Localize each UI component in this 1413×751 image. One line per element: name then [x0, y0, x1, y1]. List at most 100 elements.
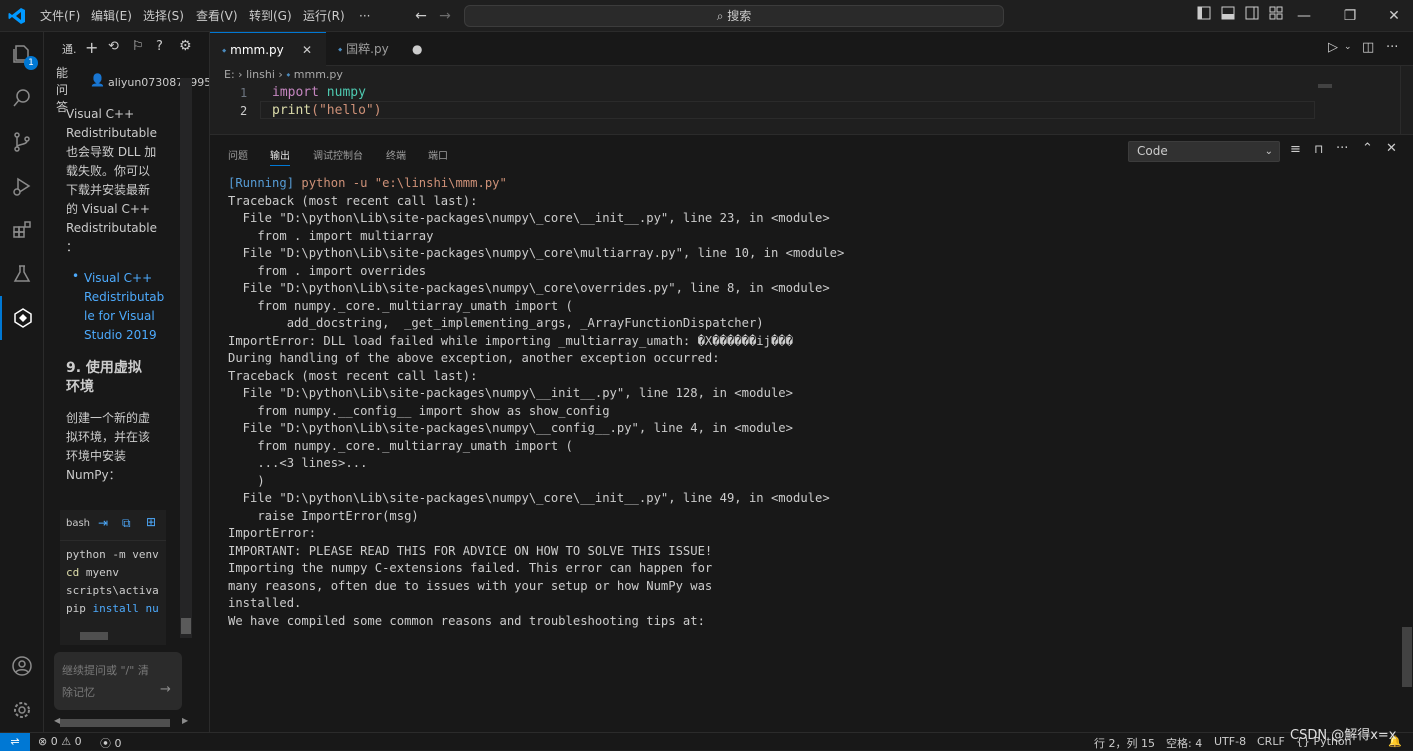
menu-selection[interactable]: 选择(S) — [143, 0, 184, 32]
insert-code-icon[interactable]: ⇥ — [98, 516, 108, 530]
lock-scroll-icon[interactable]: ⊓ — [1314, 142, 1323, 156]
minimize-icon[interactable]: — — [1294, 6, 1314, 26]
vertical-tab-char-2[interactable]: 问 — [56, 83, 68, 97]
toggle-secondary-sidebar-icon[interactable] — [1242, 6, 1262, 26]
search-icon: ⌕ — [716, 9, 724, 23]
ai-assistant-icon[interactable] — [0, 296, 44, 340]
extensions-icon[interactable] — [0, 208, 44, 252]
explorer-badge: 1 — [24, 56, 38, 70]
testing-flask-icon[interactable] — [0, 252, 44, 296]
remote-indicator[interactable]: ⇌ — [0, 733, 30, 751]
editor-tabs: ⬩ mmm.py ✕ ⬩ 国粹.py ● ▷ ⌄ ◫ ··· — [210, 32, 1413, 66]
feedback-icon[interactable]: ⚐ — [132, 39, 144, 54]
menu-go[interactable]: 转到(G) — [249, 0, 292, 32]
activity-bar: 1 — [0, 32, 44, 732]
user-avatar-icon: 👤 — [90, 73, 105, 87]
back-arrow-icon[interactable]: ← — [411, 6, 431, 26]
menu-run[interactable]: 运行(R) — [303, 0, 345, 32]
output-console[interactable]: [Running] python -u "e:\linshi\mmm.py" Tr… — [228, 175, 844, 630]
close-tab-icon[interactable]: ✕ — [302, 33, 312, 67]
code-line: python -m venv — [66, 548, 159, 561]
customize-layout-icon[interactable] — [1266, 6, 1286, 26]
indentation[interactable]: 空格: 4 — [1166, 735, 1202, 751]
encoding[interactable]: UTF-8 — [1214, 735, 1246, 748]
chat-input[interactable]: 继续提问或 "/" 清 除记忆 → — [54, 652, 182, 710]
code-line: cd myenv — [66, 566, 119, 579]
search-label: 搜索 — [727, 9, 752, 23]
menu-view[interactable]: 查看(V) — [196, 0, 238, 32]
code-line: scripts\activa — [66, 584, 159, 597]
close-window-icon[interactable]: ✕ — [1384, 6, 1404, 26]
output-line: File "D:\python\Lib\site-packages\numpy\… — [228, 491, 830, 505]
manage-gear-icon[interactable] — [0, 688, 44, 732]
unsaved-dot-icon[interactable]: ● — [412, 32, 422, 66]
help-icon[interactable]: ? — [156, 39, 163, 54]
output-line: ImportError: DLL load failed while impor… — [228, 333, 793, 348]
more-actions-icon[interactable]: ··· — [1386, 40, 1398, 55]
breadcrumb-folder[interactable]: linshi — [246, 68, 275, 81]
menu-edit[interactable]: 编辑(E) — [91, 0, 132, 32]
link-line[interactable]: Redistributab — [84, 288, 186, 307]
panel-more-icon[interactable]: ··· — [1336, 141, 1348, 156]
toggle-primary-sidebar-icon[interactable] — [1194, 6, 1214, 26]
tab-problems[interactable]: 问题 — [228, 147, 248, 162]
chat-input-placeholder: 继续提问或 "/" 清 — [62, 664, 149, 677]
forward-arrow-icon[interactable]: → — [435, 6, 455, 26]
source-control-icon[interactable] — [0, 120, 44, 164]
clear-output-icon[interactable]: ≡ — [1290, 142, 1301, 157]
side-vertical-scrollbar[interactable] — [180, 78, 192, 638]
minimap[interactable] — [1318, 84, 1332, 88]
maximize-panel-icon[interactable]: ⌃ — [1362, 141, 1373, 156]
output-line: from numpy.__config__ import show as sho… — [228, 403, 610, 418]
tab-guocui-py[interactable]: ⬩ 国粹.py ● — [326, 32, 430, 66]
breadcrumb-file[interactable]: mmm.py — [294, 68, 343, 81]
redistributable-link[interactable]: • Visual C++ Redistributab le for Visual… — [66, 269, 186, 345]
ports-indicator[interactable]: ⦿ 0 — [100, 735, 122, 751]
restore-icon[interactable]: ❐ — [1340, 6, 1360, 26]
code-horizontal-scrollbar[interactable] — [80, 632, 108, 640]
output-channel-select[interactable]: Code ⌄ — [1128, 141, 1280, 162]
tab-terminal[interactable]: 终端 — [386, 147, 406, 162]
menu-more[interactable]: ··· — [359, 0, 370, 32]
vertical-tab-char-1[interactable]: 能 — [56, 66, 68, 80]
copy-code-icon[interactable]: ⧉ — [122, 516, 131, 531]
line-ending[interactable]: CRLF — [1257, 735, 1285, 748]
running-line: [Running] python -u "e:\linshi\mmm.py" — [228, 176, 507, 190]
cursor-position[interactable]: 行 2，列 15 — [1094, 735, 1155, 751]
chat-answer-body: Visual C++ Redistributable 也会导致 DLL 加 载失… — [66, 105, 186, 485]
ai-chat-side-panel: 通. + ⟲ ⚐ ? ⚙ 能 问 答 👤 aliyun0730874995 Vi… — [44, 32, 210, 732]
split-editor-icon[interactable]: ◫ — [1362, 40, 1374, 55]
output-scrollbar[interactable] — [1400, 167, 1413, 733]
command-center-search[interactable]: ⌕ 搜索 — [464, 5, 1004, 27]
code-editor[interactable]: E: › linshi › ⬩ mmm.py 1 import numpy 2 … — [210, 66, 1413, 134]
editor-scrollbar[interactable] — [1400, 66, 1412, 134]
close-panel-icon[interactable]: ✕ — [1386, 141, 1397, 156]
toggle-panel-icon[interactable] — [1218, 6, 1238, 26]
link-line[interactable]: Visual C++ — [84, 269, 186, 288]
tab-ports[interactable]: 端口 — [428, 147, 448, 162]
tab-debug-console[interactable]: 调试控制台 — [313, 147, 363, 162]
account-icon[interactable] — [0, 644, 44, 688]
ports-count: 0 — [114, 737, 122, 750]
settings-gear-icon[interactable]: ⚙ — [179, 38, 192, 54]
tab-output[interactable]: 输出 — [270, 147, 290, 166]
python-file-icon: ⬩ — [286, 68, 291, 81]
problems-indicator[interactable]: ⊗ 0 ⚠ 0 — [38, 735, 82, 748]
link-line[interactable]: le for Visual — [84, 307, 186, 326]
run-debug-icon[interactable] — [0, 164, 44, 208]
link-line[interactable]: Studio 2019 — [84, 326, 186, 345]
send-arrow-icon[interactable]: → — [160, 682, 171, 697]
error-count: 0 — [50, 735, 58, 748]
output-line: from . import overrides — [228, 263, 427, 278]
side-horizontal-scrollbar[interactable]: ◀ ▶ — [54, 716, 192, 728]
history-icon[interactable]: ⟲ — [108, 39, 119, 54]
new-chat-plus-icon[interactable]: + — [85, 38, 98, 57]
menu-file[interactable]: 文件(F) — [40, 0, 80, 32]
breadcrumb-drive[interactable]: E: — [224, 68, 235, 81]
explorer-icon[interactable]: 1 — [0, 32, 44, 76]
run-python-file-icon[interactable]: ▷ — [1328, 40, 1338, 55]
tab-mmm-py[interactable]: ⬩ mmm.py ✕ — [210, 32, 326, 66]
search-view-icon[interactable] — [0, 76, 44, 120]
new-file-code-icon[interactable]: ⊞ — [146, 515, 156, 529]
run-dropdown-chevron-icon[interactable]: ⌄ — [1344, 42, 1352, 52]
